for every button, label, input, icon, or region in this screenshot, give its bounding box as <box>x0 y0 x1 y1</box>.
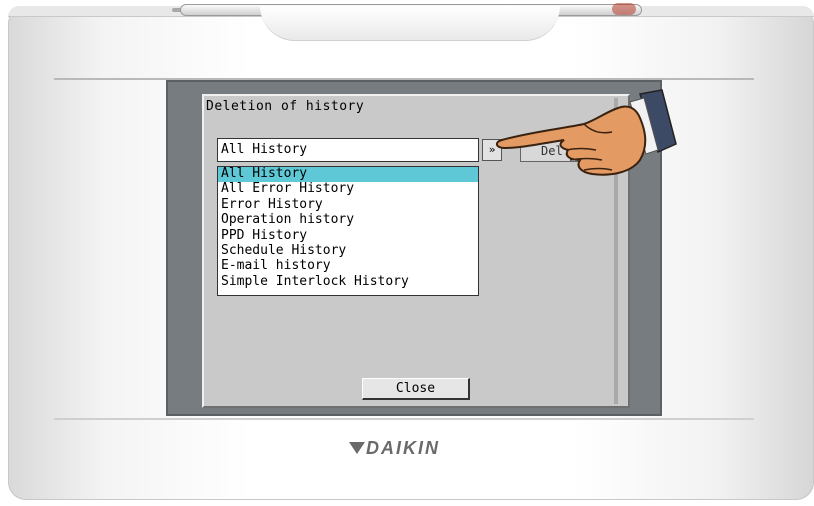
brand-logo: DAIKIN <box>366 438 440 458</box>
list-item[interactable]: All History <box>218 166 478 183</box>
list-item[interactable]: All Error History <box>218 182 478 197</box>
history-type-combobox[interactable]: All History <box>217 138 479 162</box>
pointing-hand-icon <box>496 89 677 176</box>
list-item[interactable]: Simple Interlock History <box>218 274 478 290</box>
daikin-logo-mark <box>349 442 365 454</box>
list-item[interactable]: Error History <box>218 197 478 213</box>
close-button[interactable]: Close <box>362 378 470 400</box>
dialog-title: Deletion of history <box>206 99 365 114</box>
history-type-listbox[interactable]: All History All Error History Error Hist… <box>217 166 479 296</box>
bezel-bottom-divider <box>54 418 754 420</box>
list-item[interactable]: PPD History <box>218 228 478 244</box>
list-item[interactable]: E-mail history <box>218 259 478 274</box>
device-top-notch <box>260 6 560 41</box>
list-item[interactable]: Operation history <box>218 212 478 228</box>
list-item[interactable]: Schedule History <box>218 243 478 259</box>
stylus-cap <box>612 3 636 15</box>
